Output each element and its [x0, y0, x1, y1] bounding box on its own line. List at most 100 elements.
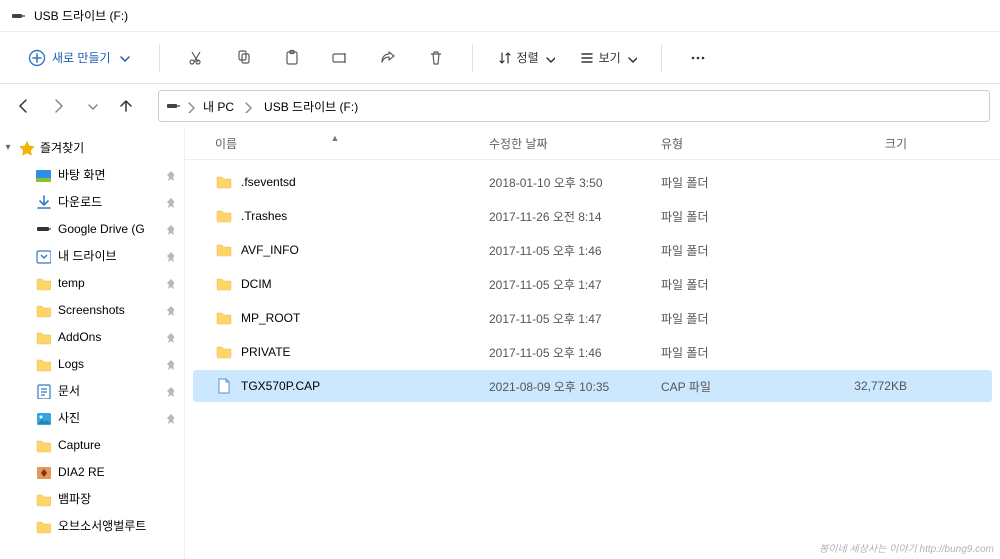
sidebar-item-label: DIA2 RE — [58, 465, 105, 479]
sidebar-item-label: Google Drive (G — [58, 222, 145, 236]
chevron-right-icon — [183, 99, 197, 113]
folder-icon — [215, 343, 233, 361]
sidebar-item[interactable]: AddOns — [0, 323, 184, 350]
file-name: AVF_INFO — [241, 243, 299, 257]
sidebar-item[interactable]: temp — [0, 269, 184, 296]
file-modified: 2021-08-09 오후 10:35 — [485, 378, 657, 395]
sidebar-label: 즐겨찾기 — [40, 139, 84, 156]
address-bar[interactable]: 내 PC USB 드라이브 (F:) — [158, 90, 990, 122]
folder-icon — [215, 173, 233, 191]
paste-button[interactable] — [274, 41, 310, 75]
column-size[interactable]: 크기 — [807, 135, 937, 152]
file-type: 파일 폴더 — [657, 174, 807, 191]
pin-icon — [162, 250, 174, 262]
file-row[interactable]: AVF_INFO2017-11-05 오후 1:46파일 폴더 — [193, 234, 992, 266]
breadcrumb-item[interactable]: USB 드라이브 (F:) — [260, 96, 362, 117]
column-label: 이름 — [215, 135, 237, 152]
breadcrumb-label: 내 PC — [203, 98, 234, 115]
file-row[interactable]: .Trashes2017-11-26 오전 8:14파일 폴더 — [193, 200, 992, 232]
file-name: .fseventsd — [241, 175, 296, 189]
file-name: DCIM — [241, 277, 272, 291]
sidebar-favorites[interactable]: ▾ 즐겨찾기 — [0, 134, 184, 161]
file-type: 파일 폴더 — [657, 344, 807, 361]
rename-button[interactable] — [322, 41, 358, 75]
file-row[interactable]: .fseventsd 2018-01-10 오후 3:50파일 폴더 — [193, 166, 992, 198]
sidebar-item[interactable]: Google Drive (G — [0, 215, 184, 242]
folder-icon — [34, 328, 52, 346]
sidebar-item-label: 사진 — [58, 409, 80, 426]
download-icon — [34, 193, 52, 211]
desktop-icon — [34, 166, 52, 184]
chevron-down-icon — [117, 51, 131, 65]
sidebar-item[interactable]: Capture — [0, 431, 184, 458]
sidebar-item-label: Capture — [58, 438, 101, 452]
content: ▾ 즐겨찾기 바탕 화면다운로드 Google Drive (G 내 드라이브tem… — [0, 128, 1000, 559]
sidebar-item[interactable]: 다운로드 — [0, 188, 184, 215]
breadcrumb-item[interactable]: 내 PC — [199, 96, 258, 117]
view-button[interactable]: 보기 — [573, 41, 643, 75]
cut-button[interactable] — [178, 41, 214, 75]
pin-icon — [162, 358, 174, 370]
file-row[interactable]: PRIVATE2017-11-05 오후 1:46파일 폴더 — [193, 336, 992, 368]
view-icon — [579, 50, 595, 66]
file-row[interactable]: DCIM2017-11-05 오후 1:47파일 폴더 — [193, 268, 992, 300]
folder-icon — [34, 355, 52, 373]
file-modified: 2017-11-26 오전 8:14 — [485, 208, 657, 225]
sort-icon — [497, 50, 513, 66]
sidebar-item[interactable]: 오브소서앵벌루트 — [0, 512, 184, 539]
pin-icon — [162, 385, 174, 397]
sort-label: 정렬 — [517, 49, 539, 66]
pin-icon — [162, 196, 174, 208]
sidebar-item[interactable]: 뱀파장 — [0, 485, 184, 512]
column-type[interactable]: 유형 — [657, 135, 807, 152]
sidebar-item[interactable]: Logs — [0, 350, 184, 377]
share-button[interactable] — [370, 41, 406, 75]
navbar: 내 PC USB 드라이브 (F:) — [0, 84, 1000, 128]
pin-icon — [162, 169, 174, 181]
sidebar-item[interactable]: 내 드라이브 — [0, 242, 184, 269]
folder-icon — [34, 301, 52, 319]
sidebar-item[interactable]: 바탕 화면 — [0, 161, 184, 188]
file-type: CAP 파일 — [657, 378, 807, 395]
sidebar-item-label: 오브소서앵벌루트 — [58, 517, 146, 534]
usb-drive-icon — [165, 98, 181, 114]
file-list: .fseventsd2018-01-10 오후 3:50파일 폴더.Trashe… — [185, 160, 1000, 559]
more-button[interactable] — [680, 41, 716, 75]
column-label: 크기 — [885, 137, 907, 151]
sidebar-item-label: Logs — [58, 357, 84, 371]
folder-icon — [34, 490, 52, 508]
back-button[interactable] — [10, 92, 38, 120]
column-label: 수정한 날짜 — [489, 137, 548, 151]
copy-button[interactable] — [226, 41, 262, 75]
chevron-down-icon[interactable]: ▾ — [2, 142, 14, 153]
sidebar-item[interactable]: Screenshots — [0, 296, 184, 323]
recent-button[interactable] — [78, 92, 106, 120]
pin-icon — [162, 304, 174, 316]
column-modified[interactable]: 수정한 날짜 — [485, 135, 657, 152]
column-headers: ▲ 이름 수정한 날짜 유형 크기 — [185, 128, 1000, 160]
sidebar-item[interactable]: 문서 — [0, 377, 184, 404]
sidebar: ▾ 즐겨찾기 바탕 화면다운로드 Google Drive (G 내 드라이브tem… — [0, 128, 185, 559]
sidebar-item[interactable]: 사진 — [0, 404, 184, 431]
toolbar: 새로 만들기 정렬 보기 — [0, 32, 1000, 84]
file-name: .Trashes — [241, 209, 287, 223]
separator — [661, 44, 662, 72]
new-button[interactable]: 새로 만들기 — [18, 41, 141, 75]
file-name: TGX570P.CAP — [241, 379, 320, 393]
watermark: 봉이네 세상사는 이야기 http://bung9.com — [819, 540, 994, 555]
delete-button[interactable] — [418, 41, 454, 75]
sort-button[interactable]: 정렬 — [491, 41, 561, 75]
documents-icon — [34, 382, 52, 400]
sidebar-item[interactable]: DIA2 RE — [0, 458, 184, 485]
file-name: PRIVATE — [241, 345, 291, 359]
file-modified: 2018-01-10 오후 3:50 — [485, 174, 657, 191]
file-row[interactable]: TGX570P.CAP2021-08-09 오후 10:35CAP 파일32,7… — [193, 370, 992, 402]
folder-icon — [215, 241, 233, 259]
file-name: MP_ROOT — [241, 311, 300, 325]
column-name[interactable]: ▲ 이름 — [185, 135, 485, 152]
up-button[interactable] — [112, 92, 140, 120]
pin-icon — [162, 331, 174, 343]
file-row[interactable]: MP_ROOT2017-11-05 오후 1:47파일 폴더 — [193, 302, 992, 334]
sidebar-item-label: Screenshots — [58, 303, 125, 317]
forward-button[interactable] — [44, 92, 72, 120]
